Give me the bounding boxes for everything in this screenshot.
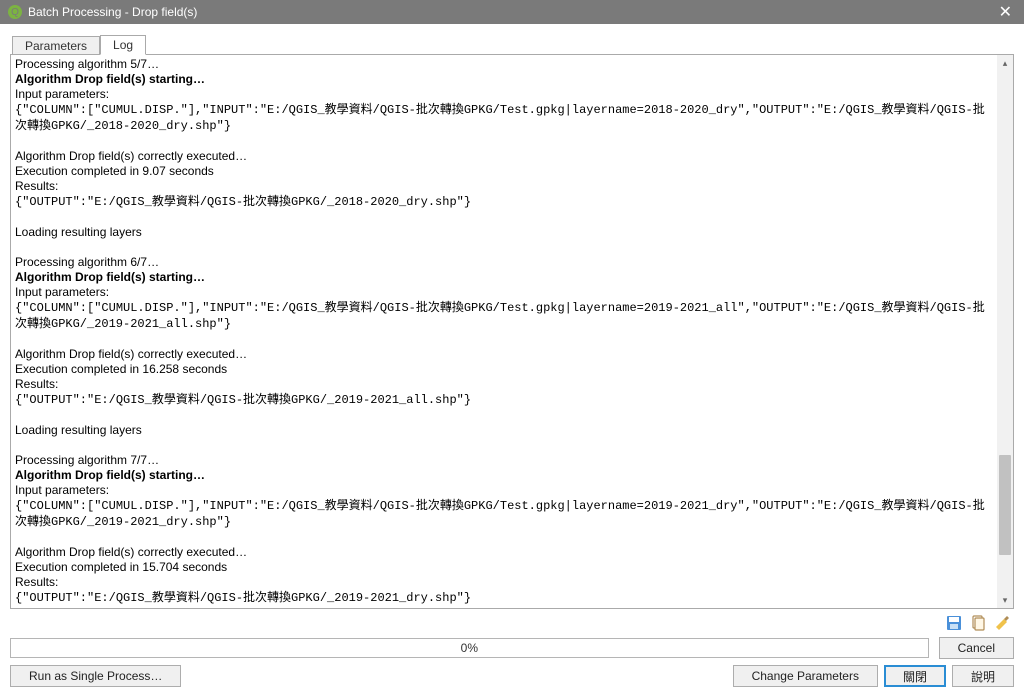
app-icon: Q bbox=[8, 5, 22, 19]
help-button[interactable]: 說明 bbox=[952, 665, 1014, 687]
titlebar: Q Batch Processing - Drop field(s) ✕ bbox=[0, 0, 1024, 24]
change-parameters-button[interactable]: Change Parameters bbox=[733, 665, 878, 687]
window-title: Batch Processing - Drop field(s) bbox=[28, 5, 197, 19]
cancel-button[interactable]: Cancel bbox=[939, 637, 1014, 659]
log-scrollbar[interactable]: ▴ ▾ bbox=[997, 55, 1013, 608]
progress-row: 0% Cancel bbox=[10, 635, 1014, 661]
log-toolbar bbox=[10, 609, 1014, 635]
progress-label: 0% bbox=[11, 639, 928, 657]
tab-log[interactable]: Log bbox=[100, 35, 146, 55]
scroll-up-icon[interactable]: ▴ bbox=[997, 55, 1013, 71]
save-log-icon[interactable] bbox=[944, 613, 964, 633]
copy-log-icon[interactable] bbox=[968, 613, 988, 633]
progress-bar: 0% bbox=[10, 638, 929, 658]
close-button[interactable]: 關閉 bbox=[884, 665, 946, 687]
bottom-button-row: Run as Single Process… Change Parameters… bbox=[10, 661, 1014, 687]
log-text: Processing algorithm 5/7… Algorithm Drop… bbox=[11, 55, 997, 608]
spacer bbox=[187, 665, 726, 687]
tab-bar: Parameters Log bbox=[12, 32, 1014, 54]
close-icon[interactable]: ✕ bbox=[995, 2, 1016, 22]
log-panel: Processing algorithm 5/7… Algorithm Drop… bbox=[10, 54, 1014, 609]
scroll-down-icon[interactable]: ▾ bbox=[997, 592, 1013, 608]
content-area: Parameters Log Processing algorithm 5/7…… bbox=[0, 24, 1024, 691]
run-single-process-button[interactable]: Run as Single Process… bbox=[10, 665, 181, 687]
scroll-thumb[interactable] bbox=[999, 455, 1011, 555]
tab-parameters[interactable]: Parameters bbox=[12, 36, 100, 55]
clear-log-icon[interactable] bbox=[992, 613, 1012, 633]
